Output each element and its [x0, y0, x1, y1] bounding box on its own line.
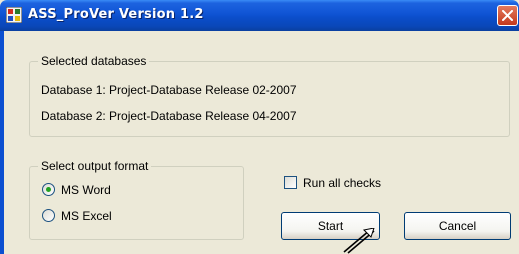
database-1-label: Database 1: Project-Database Release 02-…: [41, 83, 297, 97]
window-title: ASS_ProVer Version 1.2: [28, 7, 204, 22]
run-all-checks-label: Run all checks: [303, 176, 382, 190]
radio-button-icon[interactable]: [42, 209, 55, 222]
app-icon: [5, 6, 23, 24]
cancel-button[interactable]: Cancel: [404, 212, 511, 240]
close-icon: [502, 10, 513, 21]
radio-ms-excel[interactable]: MS Excel: [42, 209, 112, 223]
radio-ms-word[interactable]: MS Word: [42, 183, 111, 197]
resize-cursor-icon: [343, 228, 375, 254]
title-bar[interactable]: ASS_ProVer Version 1.2: [0, 0, 519, 31]
selected-databases-legend: Selected databases: [38, 54, 150, 68]
checkbox-icon[interactable]: [284, 176, 297, 189]
radio-ms-word-label: MS Word: [61, 183, 111, 197]
output-format-group: Select output format: [29, 159, 244, 240]
selected-databases-group: Selected databases: [29, 54, 510, 137]
run-all-checks-checkbox[interactable]: Run all checks: [284, 176, 381, 190]
close-button[interactable]: [497, 5, 518, 26]
radio-button-icon[interactable]: [42, 183, 55, 196]
radio-ms-excel-label: MS Excel: [61, 209, 112, 223]
database-2-label: Database 2: Project-Database Release 04-…: [41, 109, 297, 123]
output-format-legend: Select output format: [38, 159, 152, 173]
